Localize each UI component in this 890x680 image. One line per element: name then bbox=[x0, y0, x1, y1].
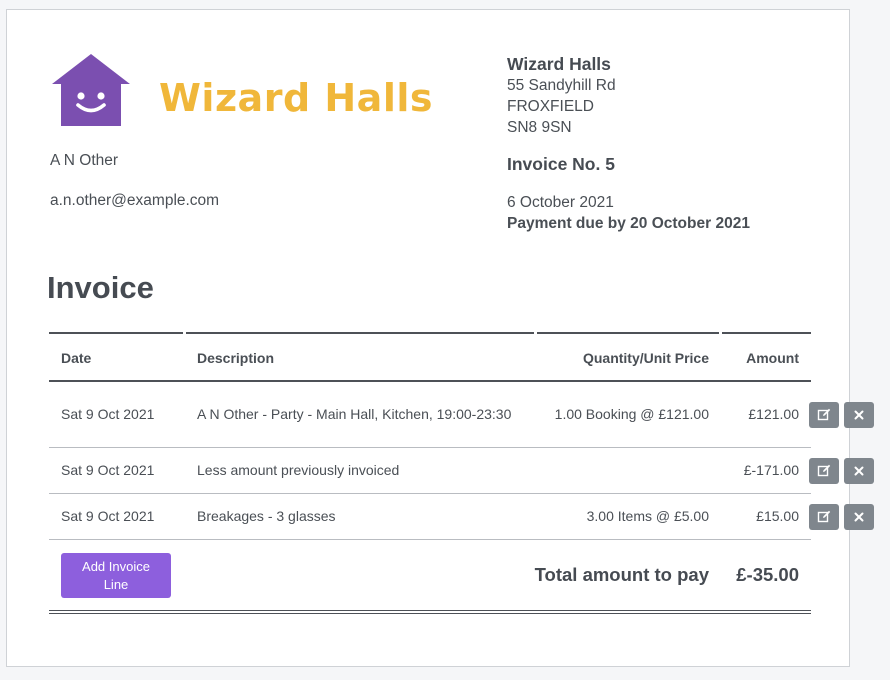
row-description: A N Other - Party - Main Hall, Kitchen, … bbox=[197, 406, 512, 422]
row-amount: £15.00 bbox=[756, 508, 799, 524]
total-label: Total amount to pay bbox=[534, 564, 709, 585]
column-gap bbox=[183, 332, 186, 334]
row-actions bbox=[809, 457, 874, 484]
payment-due: Payment due by 20 October 2021 bbox=[507, 215, 750, 232]
row-amount: £-171.00 bbox=[743, 462, 799, 478]
row-quantity: 1.00 Booking @ £121.00 bbox=[554, 406, 709, 422]
address-line-1: 55 Sandyhill Rd bbox=[507, 77, 616, 94]
edit-line-button[interactable] bbox=[809, 503, 839, 530]
address-postcode: SN8 9SN bbox=[507, 119, 572, 136]
company-logo: Wizard Halls bbox=[51, 52, 433, 134]
table-row: Sat 9 Oct 2021 A N Other - Party - Main … bbox=[49, 382, 874, 448]
row-quantity: 3.00 Items @ £5.00 bbox=[586, 508, 709, 524]
column-gap bbox=[719, 332, 722, 334]
edit-line-button[interactable] bbox=[809, 457, 839, 484]
header-date: Date bbox=[61, 349, 92, 366]
edit-icon bbox=[817, 464, 831, 476]
row-amount: £121.00 bbox=[748, 406, 799, 422]
row-date: Sat 9 Oct 2021 bbox=[61, 508, 155, 524]
table-row: Sat 9 Oct 2021 Less amount previously in… bbox=[49, 448, 874, 494]
invoice-number: Invoice No. 5 bbox=[507, 154, 615, 174]
invoice-page: Wizard Halls Wizard Halls 55 Sandyhill R… bbox=[6, 9, 874, 667]
row-date: Sat 9 Oct 2021 bbox=[61, 462, 155, 478]
row-date: Sat 9 Oct 2021 bbox=[61, 406, 155, 422]
close-icon bbox=[854, 466, 864, 475]
table-row: Sat 9 Oct 2021 Breakages - 3 glasses 3.0… bbox=[49, 494, 874, 540]
delete-line-button[interactable] bbox=[844, 503, 874, 530]
header-description: Description bbox=[197, 349, 275, 366]
logo-wordmark: Wizard Halls bbox=[159, 76, 433, 120]
smiling-house-logo-icon bbox=[52, 54, 130, 126]
total-row: Add Invoice Line Total amount to pay £-3… bbox=[49, 540, 811, 614]
row-actions bbox=[809, 503, 874, 530]
customer-name: A N Other bbox=[50, 152, 119, 169]
row-quantity bbox=[536, 448, 721, 493]
row-description: Less amount previously invoiced bbox=[197, 462, 400, 478]
invoice-dates: 6 October 2021 Payment due by 20 October… bbox=[507, 192, 750, 234]
address-line-2: FROXFIELD bbox=[507, 98, 594, 115]
delete-line-button[interactable] bbox=[844, 457, 874, 484]
close-icon bbox=[854, 410, 864, 419]
header-quantity: Quantity/Unit Price bbox=[582, 349, 709, 366]
edit-icon bbox=[817, 510, 831, 522]
row-actions bbox=[809, 401, 874, 428]
column-gap bbox=[534, 332, 537, 334]
close-icon bbox=[854, 512, 864, 521]
total-amount: £-35.00 bbox=[736, 564, 799, 585]
delete-line-button[interactable] bbox=[844, 401, 874, 428]
edit-line-button[interactable] bbox=[809, 401, 839, 428]
invoice-lines-table: Date Description Quantity/Unit Price Amo… bbox=[49, 332, 874, 614]
invoice-date: 6 October 2021 bbox=[507, 194, 614, 211]
company-name: Wizard Halls bbox=[507, 54, 611, 74]
row-description: Breakages - 3 glasses bbox=[197, 508, 336, 524]
header-amount: Amount bbox=[746, 349, 799, 366]
page-title: Invoice bbox=[47, 270, 154, 305]
company-address: Wizard Halls 55 Sandyhill Rd FROXFIELD S… bbox=[507, 54, 827, 138]
customer-email: a.n.other@example.com bbox=[50, 192, 220, 209]
edit-icon bbox=[817, 408, 831, 420]
table-header: Date Description Quantity/Unit Price Amo… bbox=[49, 332, 811, 382]
